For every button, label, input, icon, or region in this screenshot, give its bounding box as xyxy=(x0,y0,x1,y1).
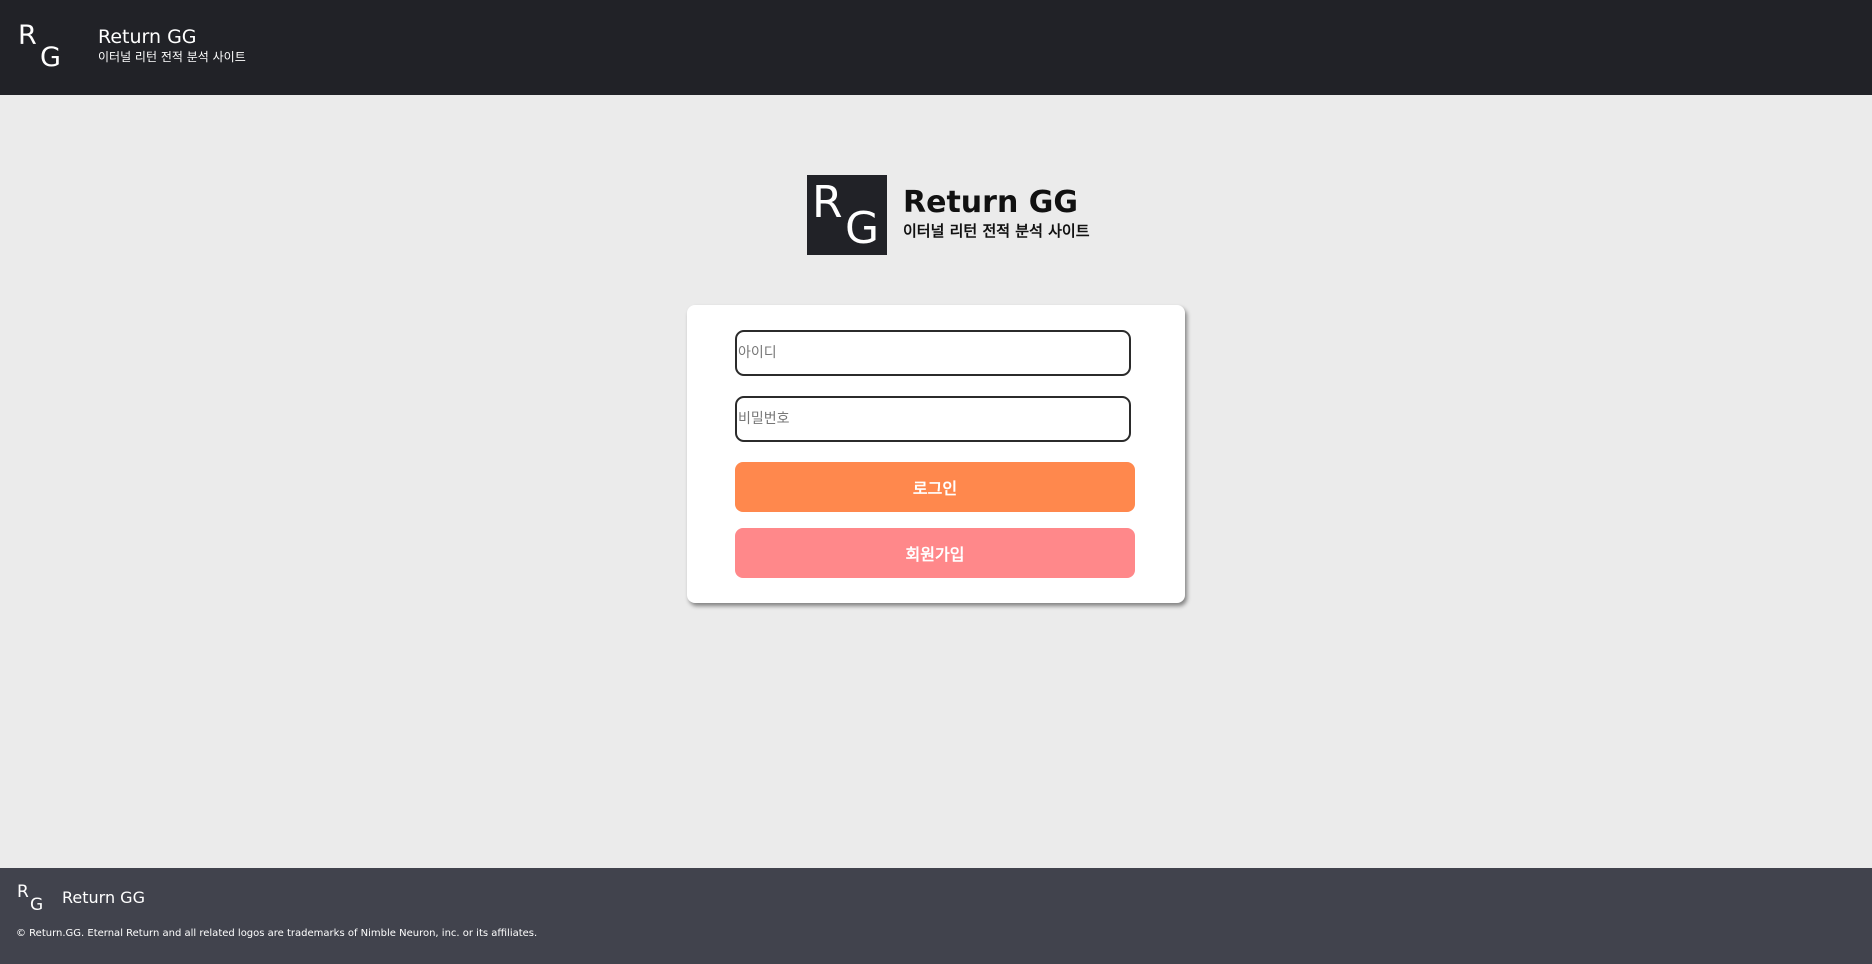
footer-logo: R G xyxy=(17,884,47,914)
header-brand-subtitle: 이터널 리턴 전적 분석 사이트 xyxy=(98,50,246,64)
header-logo[interactable]: R G xyxy=(18,22,68,74)
footer-logo-letter-r: R xyxy=(17,882,29,902)
hero-title: Return GG xyxy=(903,185,1078,220)
password-input[interactable] xyxy=(735,396,1131,442)
hero-logo: R G xyxy=(807,175,887,255)
footer-title: Return GG xyxy=(62,888,145,907)
logo-letter-r: R xyxy=(18,20,37,51)
top-header: R G Return GG 이터널 리턴 전적 분석 사이트 xyxy=(0,0,1872,95)
hero-logo-letter-g: G xyxy=(845,203,880,254)
header-brand-title[interactable]: Return GG xyxy=(98,28,197,47)
signup-button[interactable]: 회원가입 xyxy=(735,528,1135,578)
logo-letter-g: G xyxy=(40,42,61,73)
footer-copyright: © Return.GG. Eternal Return and all rela… xyxy=(16,928,538,939)
site-footer: R G Return GG © Return.GG. Eternal Retur… xyxy=(0,868,1872,964)
login-button[interactable]: 로그인 xyxy=(735,462,1135,512)
login-card: 로그인 회원가입 xyxy=(687,305,1185,603)
id-input[interactable] xyxy=(735,330,1131,376)
footer-logo-letter-g: G xyxy=(30,895,44,915)
hero-logo-letter-r: R xyxy=(812,177,843,228)
hero-subtitle: 이터널 리턴 전적 분석 사이트 xyxy=(903,222,1090,240)
